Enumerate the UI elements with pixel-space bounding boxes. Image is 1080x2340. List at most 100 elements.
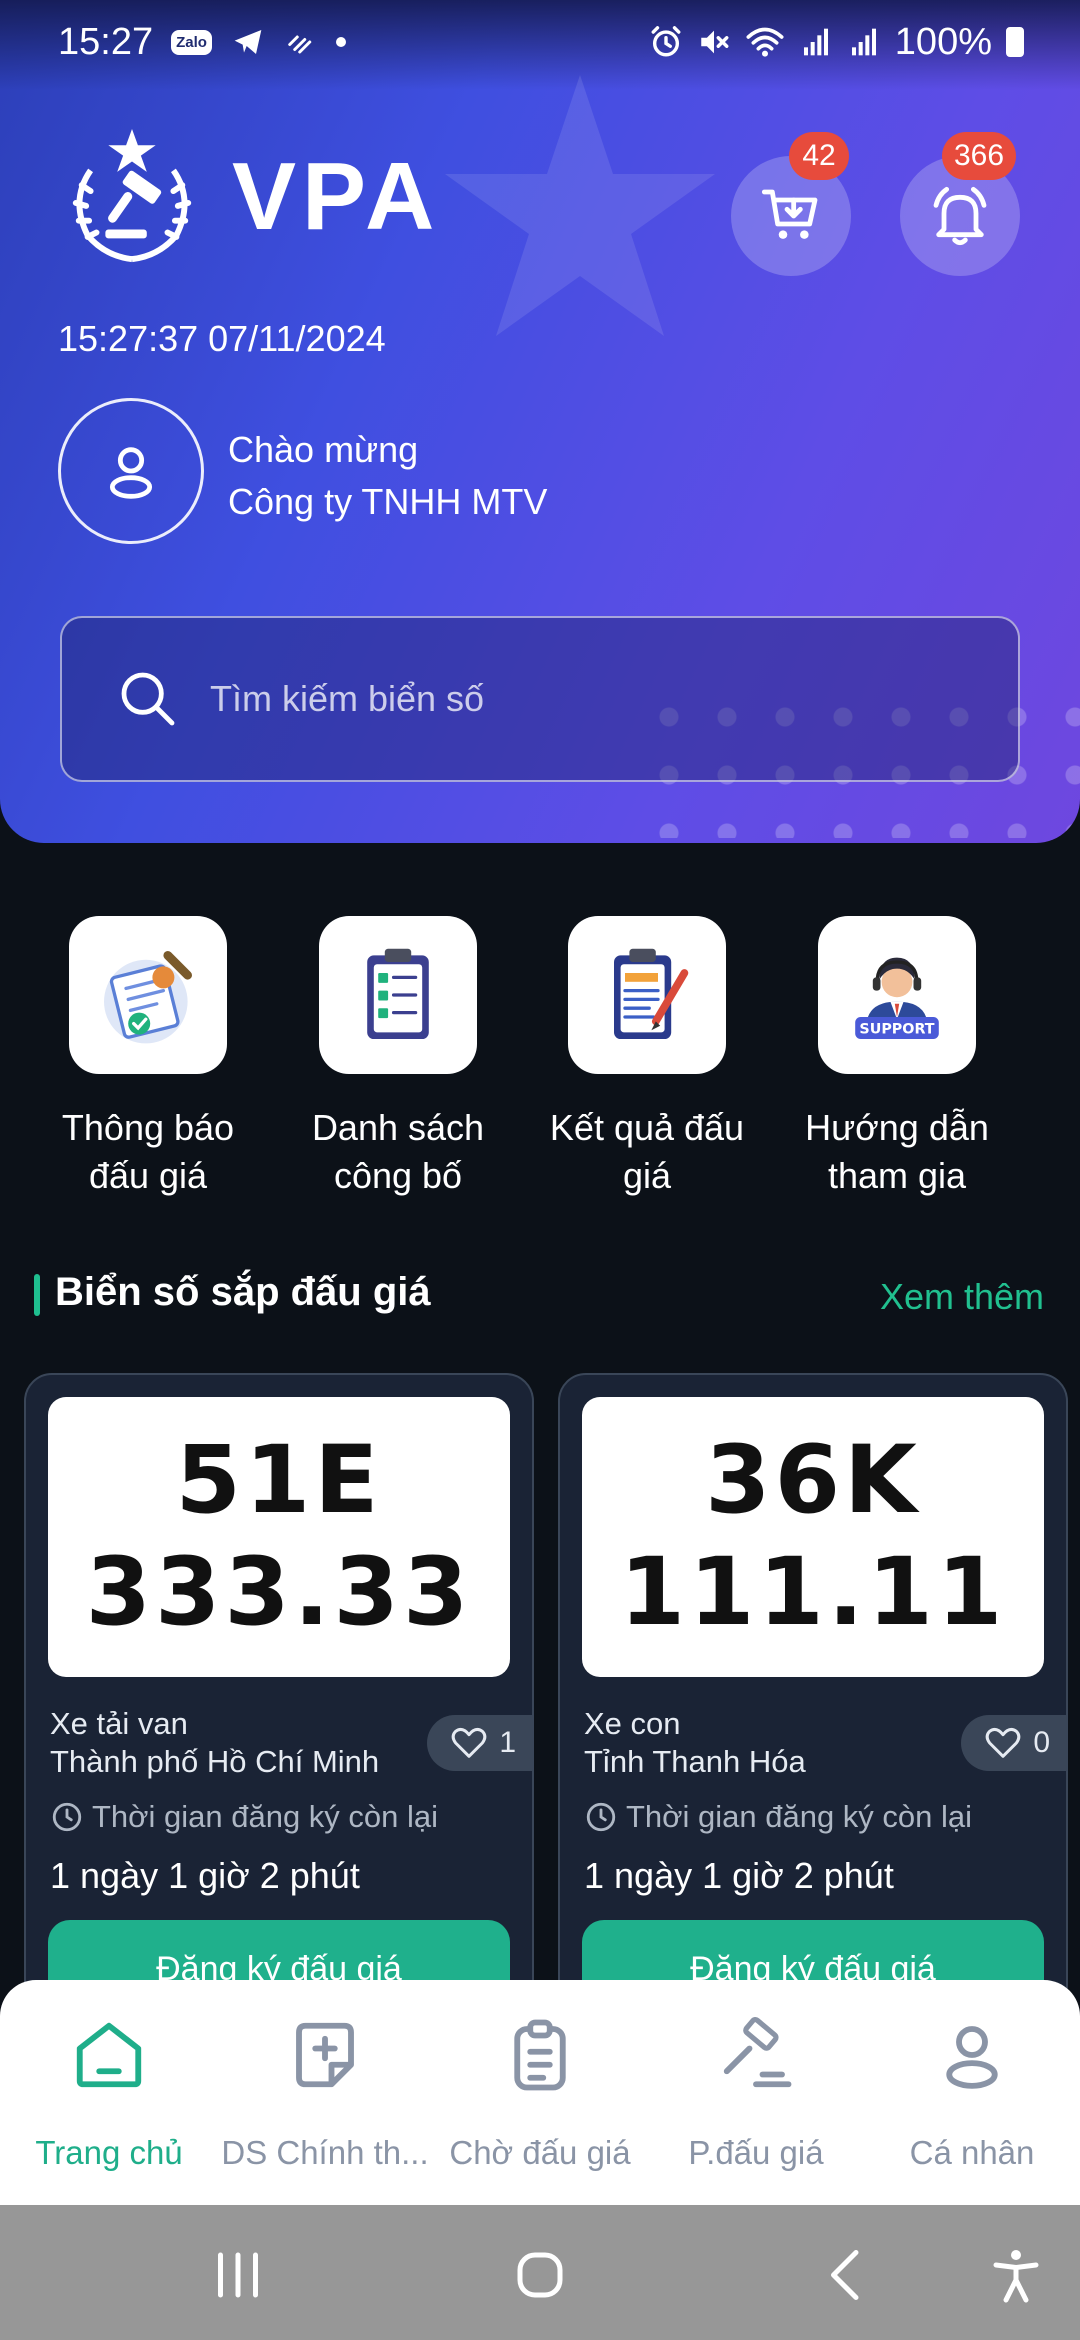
section-accent-bar	[34, 1274, 40, 1316]
announcement-icon	[104, 951, 193, 1044]
vehicle-type: Xe tải van	[50, 1706, 188, 1741]
quick-action-tile	[568, 916, 726, 1074]
quick-action-line2: tham gia	[827, 1155, 967, 1196]
heart-icon	[451, 1727, 487, 1758]
plate-location: Thành phố Hồ Chí Minh	[50, 1744, 380, 1779]
back-icon[interactable]	[816, 2245, 876, 2305]
zalo-icon: Zalo	[171, 29, 212, 55]
remaining-label-text: Thời gian đăng ký còn lại	[626, 1799, 973, 1834]
app-logo[interactable]: VPA	[58, 126, 440, 268]
plate-card[interactable]: 36K 111.11 Xe con Tỉnh Thanh Hóa 0 Thời …	[558, 1373, 1068, 2013]
search-placeholder: Tìm kiếm biển số	[210, 678, 485, 719]
wifi-icon	[746, 27, 784, 57]
status-left-icons: Zalo	[171, 26, 346, 58]
background-star-icon	[445, 75, 715, 336]
quick-action-line1: Danh sách	[311, 1107, 485, 1148]
home-button-icon[interactable]	[510, 2245, 570, 2305]
accessibility-icon[interactable]	[986, 2245, 1046, 2305]
nav-item-home[interactable]: Trang chủ	[1, 2016, 217, 2172]
avatar[interactable]	[58, 398, 204, 544]
quick-action-line2: đấu giá	[88, 1155, 208, 1196]
quick-action-label: Hướng dẫn tham gia	[772, 1104, 1022, 1200]
clipboard-list-icon	[514, 2019, 566, 2091]
quick-action-line1: Thông báo	[61, 1107, 235, 1148]
app-name: VPA	[232, 143, 441, 250]
plate-line-1: 36K	[705, 1426, 921, 1535]
countdown: 1 ngày 1 giờ 2 phút	[50, 1855, 360, 1896]
notification-button[interactable]: 366	[900, 132, 1020, 276]
like-button[interactable]: 0	[961, 1715, 1066, 1771]
quick-action-tile	[69, 916, 227, 1074]
nav-item-profile[interactable]: Cá nhân	[864, 2016, 1080, 2172]
quick-action-line1: Hướng dẫn	[805, 1107, 989, 1148]
quick-action-tile	[319, 916, 477, 1074]
nav-label: Chờ đấu giá	[449, 2134, 631, 2171]
cart-download-icon	[761, 189, 818, 239]
quick-action-label: Kết quả đấu giá	[522, 1104, 772, 1200]
wind-icon	[288, 35, 312, 54]
nav-item-official-list[interactable]: DS Chính th...	[217, 2016, 433, 2172]
clock-icon	[586, 1802, 616, 1832]
gavel-emblem-icon	[72, 128, 192, 263]
notification-badge: 366	[942, 132, 1017, 180]
nav-label: Trang chủ	[35, 2134, 183, 2171]
nav-label: DS Chính th...	[221, 2134, 429, 2171]
heart-icon	[985, 1727, 1021, 1758]
search-icon	[121, 672, 175, 726]
battery-percent: 100%	[894, 20, 992, 63]
nav-item-auction-room[interactable]: P.đấu giá	[648, 2016, 864, 2172]
quick-action-line2: giá	[622, 1155, 672, 1196]
license-plate: 51E 333.33	[48, 1397, 510, 1677]
plate-line-2: 111.11	[619, 1538, 1007, 1647]
signal-1-icon	[803, 28, 828, 56]
greeting-label: Chào mừng	[228, 429, 419, 470]
license-plate: 36K 111.11	[582, 1397, 1044, 1677]
cart-button[interactable]: 42	[731, 132, 851, 276]
see-more-link[interactable]: Xem thêm	[880, 1276, 1044, 1318]
mute-icon	[701, 30, 729, 54]
search-input[interactable]: Tìm kiếm biển số	[60, 616, 1020, 782]
like-button[interactable]: 1	[427, 1715, 532, 1771]
quick-action-guide[interactable]: SUPPORT Hướng dẫn tham gia	[772, 916, 1022, 1200]
recent-apps-icon[interactable]	[208, 2245, 268, 2305]
checklist-icon	[367, 948, 429, 1039]
company-name: Công ty TNHH MTV	[228, 481, 548, 522]
quick-action-results[interactable]: Kết quả đấu giá	[522, 916, 772, 1200]
notification-dot	[335, 37, 346, 47]
like-count: 0	[1033, 1726, 1050, 1759]
clock-icon	[52, 1802, 82, 1832]
countdown: 1 ngày 1 giờ 2 phút	[584, 1855, 894, 1896]
battery-icon	[1006, 27, 1024, 57]
alarm-icon	[651, 26, 681, 57]
status-time: 15:27	[58, 20, 154, 63]
quick-action-label: Thông báo đấu giá	[23, 1104, 273, 1200]
plate-location: Tỉnh Thanh Hóa	[584, 1744, 806, 1779]
gavel-icon	[723, 2016, 792, 2088]
current-datetime: 15:27:37 07/11/2024	[58, 318, 386, 359]
user-icon	[109, 447, 153, 499]
nav-label: Cá nhân	[909, 2134, 1035, 2171]
nav-item-pending-auction[interactable]: Chờ đấu giá	[432, 2016, 648, 2172]
quick-action-label: Danh sách công bố	[273, 1104, 523, 1200]
signal-2-icon	[851, 28, 876, 56]
nav-label: P.đấu giá	[688, 2134, 824, 2171]
plate-card[interactable]: 51E 333.33 Xe tải van Thành phố Hồ Chí M…	[24, 1373, 534, 2013]
user-icon	[946, 2026, 998, 2089]
add-document-icon	[296, 2022, 354, 2088]
status-bar: 15:27 Zalo 100%	[0, 0, 1080, 84]
remaining-time-label: Thời gian đăng ký còn lại	[584, 1799, 972, 1835]
quick-action-line2: công bố	[333, 1155, 463, 1196]
support-badge-text: SUPPORT	[859, 1022, 934, 1038]
plate-line-1: 51E	[175, 1426, 383, 1535]
status-right-icons: 100%	[649, 21, 1024, 64]
like-count: 1	[499, 1726, 516, 1759]
home-icon	[76, 2022, 142, 2088]
section-title: Biển số sắp đấu giá	[55, 1270, 431, 1314]
bottom-navigation: Trang chủ DS Chính th... Chờ đấu giá P.đ…	[0, 1980, 1080, 2205]
support-icon: SUPPORT	[855, 957, 939, 1039]
quick-action-tile: SUPPORT	[818, 916, 976, 1074]
telegram-icon	[234, 30, 262, 54]
quick-action-announcement[interactable]: Thông báo đấu giá	[23, 916, 273, 1200]
quick-actions: Thông báo đấu giá Danh sách công bố Kết …	[0, 916, 1080, 1206]
quick-action-published-list[interactable]: Danh sách công bố	[273, 916, 523, 1200]
